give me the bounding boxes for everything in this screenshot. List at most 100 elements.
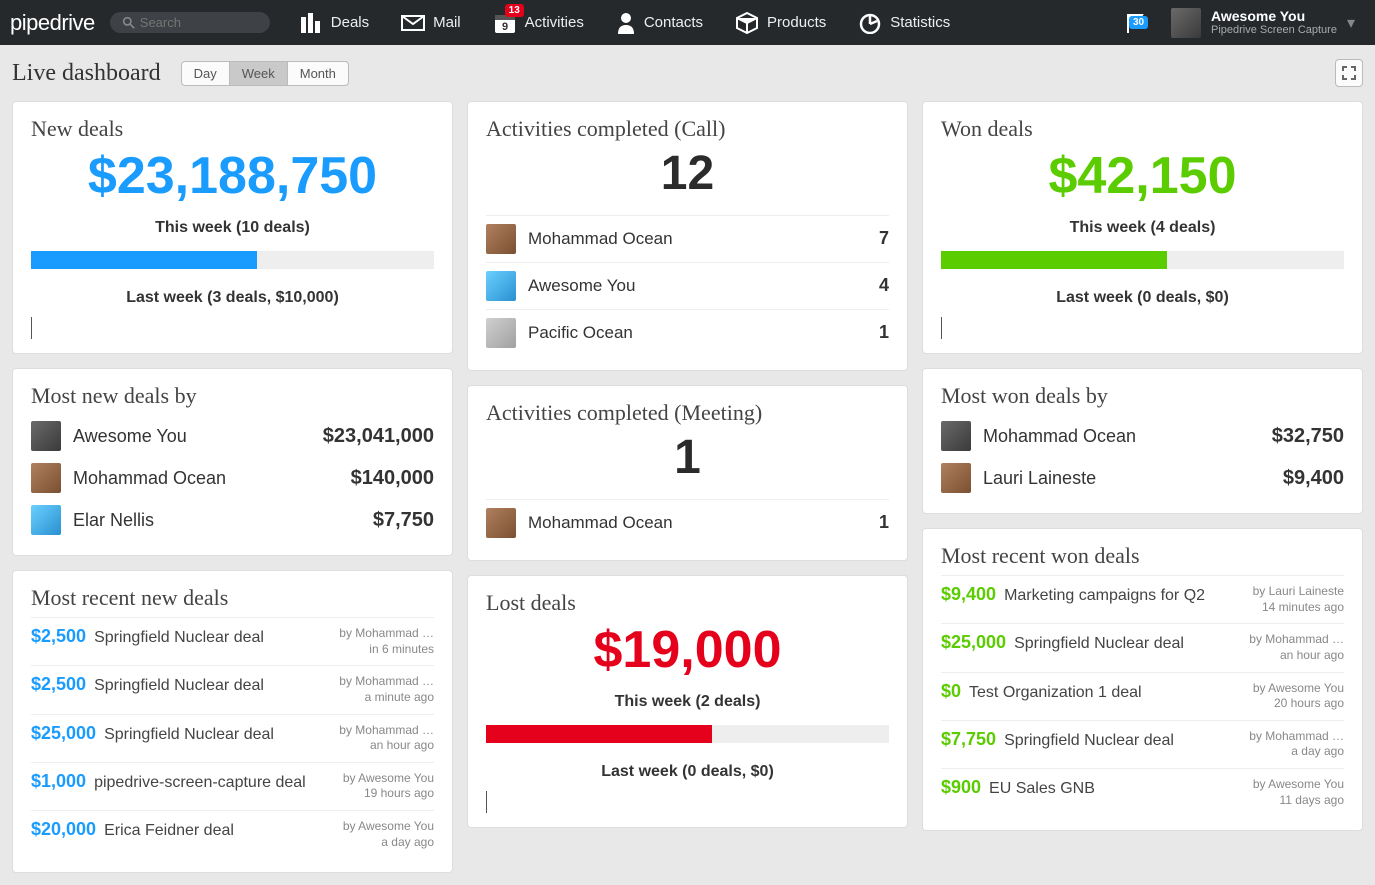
card-new-deals: New deals $23,188,750 This week (10 deal… — [12, 101, 453, 354]
nav-products[interactable]: Products — [719, 0, 842, 45]
new-deals-bar — [31, 251, 434, 269]
flag-badge: 30 — [1129, 16, 1148, 29]
person-row[interactable]: Awesome You4 — [486, 262, 889, 309]
deal-amount: $9,400 — [941, 584, 996, 605]
deal-name: Springfield Nuclear deal — [104, 726, 274, 744]
person-name: Elar Nellis — [73, 510, 373, 531]
toggle-month[interactable]: Month — [288, 62, 348, 85]
lost-deals-amount: $19,000 — [486, 622, 889, 679]
notifications-flag[interactable]: 30 — [1109, 12, 1161, 34]
deal-row[interactable]: $0Test Organization 1 dealby Awesome You… — [941, 672, 1344, 720]
person-value: 4 — [879, 275, 889, 296]
deal-amount: $1,000 — [31, 771, 86, 792]
nav-contacts[interactable]: Contacts — [600, 0, 719, 45]
timeframe-toggle: Day Week Month — [181, 61, 349, 86]
toggle-day[interactable]: Day — [182, 62, 230, 85]
search-icon — [122, 16, 135, 29]
deal-when: a minute ago — [314, 690, 434, 706]
rank-row[interactable]: Mohammad Ocean$32,750 — [941, 415, 1344, 457]
call-count: 12 — [486, 148, 889, 201]
deal-row[interactable]: $9,400Marketing campaigns for Q2by Lauri… — [941, 575, 1344, 623]
person-name: Awesome You — [528, 276, 879, 296]
deal-when: a day ago — [1224, 744, 1344, 760]
card-lost-deals: Lost deals $19,000 This week (2 deals) L… — [467, 575, 908, 828]
deal-when: 14 minutes ago — [1224, 600, 1344, 616]
nav-mail[interactable]: Mail — [385, 0, 477, 45]
deal-row[interactable]: $900EU Sales GNBby Awesome You11 days ag… — [941, 768, 1344, 816]
deals-icon — [301, 13, 323, 33]
card-title: Most recent won deals — [941, 543, 1344, 569]
card-title: Lost deals — [486, 590, 889, 616]
deal-row[interactable]: $25,000Springfield Nuclear dealby Mohamm… — [941, 623, 1344, 671]
deal-name: Marketing campaigns for Q2 — [1004, 587, 1205, 605]
deal-row[interactable]: $2,500Springfield Nuclear dealby Mohamma… — [31, 617, 434, 665]
deal-row[interactable]: $25,000Springfield Nuclear dealby Mohamm… — [31, 714, 434, 762]
card-activities-call: Activities completed (Call) 12 Mohammad … — [467, 101, 908, 371]
deal-by: by Awesome You — [1224, 777, 1344, 793]
person-name: Pacific Ocean — [528, 323, 879, 343]
deal-list: $2,500Springfield Nuclear dealby Mohamma… — [31, 617, 434, 858]
deal-amount: $900 — [941, 777, 981, 798]
rank-row[interactable]: Awesome You$23,041,000 — [31, 415, 434, 457]
won-deals-amount: $42,150 — [941, 148, 1344, 205]
person-name: Mohammad Ocean — [528, 513, 879, 533]
deal-by: by Mohammad … — [1224, 632, 1344, 648]
avatar — [941, 421, 971, 451]
topbar-right: 30 Awesome You Pipedrive Screen Capture … — [1109, 8, 1365, 38]
activities-badge: 13 — [505, 4, 524, 17]
won-deals-bar — [941, 251, 1344, 269]
rank-row[interactable]: Elar Nellis$7,750 — [31, 499, 434, 541]
mail-icon — [401, 15, 425, 31]
deal-name: pipedrive-screen-capture deal — [94, 774, 306, 792]
card-most-won-deals-by: Most won deals by Mohammad Ocean$32,750L… — [922, 368, 1363, 514]
won-deals-thisweek: This week (4 deals) — [941, 219, 1344, 237]
nav-deals[interactable]: Deals — [285, 0, 385, 45]
deal-when: an hour ago — [1224, 648, 1344, 664]
rank-row[interactable]: Lauri Laineste$9,400 — [941, 457, 1344, 499]
deal-row[interactable]: $20,000Erica Feidner dealby Awesome Youa… — [31, 810, 434, 858]
topbar: pipedrive Deals Mail 9 13 Activities — [0, 0, 1375, 45]
chevron-down-icon: ▾ — [1347, 13, 1355, 33]
avatar — [31, 505, 61, 535]
deal-when: a day ago — [314, 835, 434, 851]
avatar — [486, 508, 516, 538]
search-input[interactable] — [140, 15, 258, 30]
brand-logo[interactable]: pipedrive — [10, 10, 95, 36]
subheader: Live dashboard Day Week Month — [0, 45, 1375, 101]
deal-amount: $2,500 — [31, 674, 86, 695]
deal-row[interactable]: $1,000pipedrive-screen-capture dealby Aw… — [31, 762, 434, 810]
person-value: $23,041,000 — [323, 425, 434, 448]
rank-row[interactable]: Mohammad Ocean$140,000 — [31, 457, 434, 499]
card-title: Activities completed (Meeting) — [486, 400, 889, 426]
deal-row[interactable]: $2,500Springfield Nuclear dealby Mohamma… — [31, 665, 434, 713]
svg-text:9: 9 — [502, 21, 508, 33]
card-title: Activities completed (Call) — [486, 116, 889, 142]
rank-list: Mohammad Ocean$32,750Lauri Laineste$9,40… — [941, 415, 1344, 499]
card-activities-meeting: Activities completed (Meeting) 1 Mohamma… — [467, 385, 908, 561]
person-name: Awesome You — [73, 426, 323, 447]
person-row[interactable]: Pacific Ocean1 — [486, 309, 889, 356]
avatar — [941, 463, 971, 493]
person-value: 1 — [879, 322, 889, 343]
person-row[interactable]: Mohammad Ocean1 — [486, 499, 889, 546]
deal-name: Erica Feidner deal — [104, 822, 234, 840]
card-title: Most won deals by — [941, 383, 1344, 409]
cursor-marker — [31, 317, 32, 339]
user-menu[interactable]: Awesome You Pipedrive Screen Capture ▾ — [1161, 8, 1365, 38]
statistics-icon — [858, 12, 882, 34]
nav-statistics[interactable]: Statistics — [842, 0, 966, 45]
card-won-deals: Won deals $42,150 This week (4 deals) La… — [922, 101, 1363, 354]
deal-by: by Mohammad … — [1224, 729, 1344, 745]
person-row[interactable]: Mohammad Ocean7 — [486, 215, 889, 262]
nav: Deals Mail 9 13 Activities Contacts Pro — [285, 0, 1109, 45]
search-box[interactable] — [110, 12, 270, 33]
deal-when: an hour ago — [314, 738, 434, 754]
deal-row[interactable]: $7,750Springfield Nuclear dealby Mohamma… — [941, 720, 1344, 768]
toggle-week[interactable]: Week — [230, 62, 288, 85]
person-value: $32,750 — [1272, 425, 1344, 448]
deal-by: by Awesome You — [1224, 681, 1344, 697]
deal-amount: $0 — [941, 681, 961, 702]
meeting-count: 1 — [486, 432, 889, 485]
nav-activities[interactable]: 9 13 Activities — [477, 0, 600, 45]
fullscreen-button[interactable] — [1335, 59, 1363, 87]
